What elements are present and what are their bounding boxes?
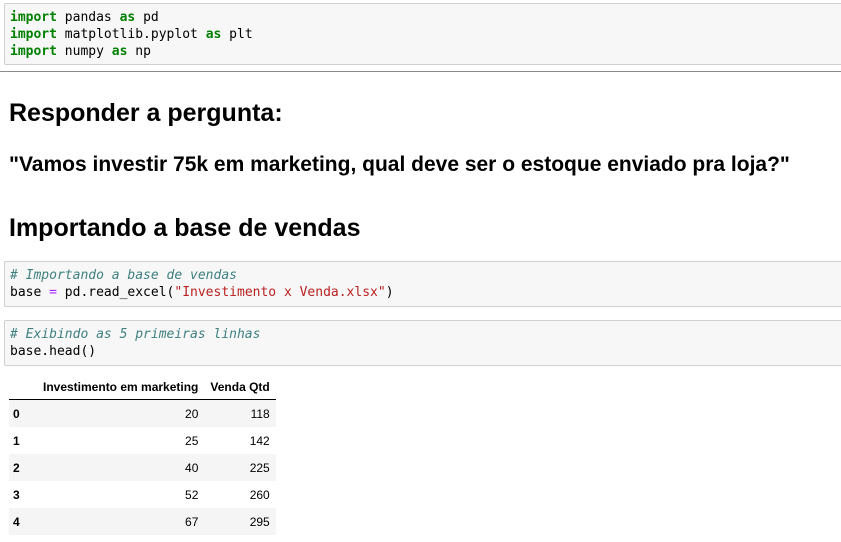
row-index: 1 <box>13 433 20 448</box>
table-row: 3 52 260 <box>9 481 276 508</box>
dataframe-output: Investimento em marketing Venda Qtd 0 20… <box>9 374 276 535</box>
code-line-import-numpy: import numpy as np <box>10 44 151 59</box>
code-line-import-pandas: import pandas as pd <box>10 10 159 25</box>
table-row: 1 25 142 <box>9 427 276 454</box>
cell-venda: 225 <box>249 460 270 475</box>
heading-importando: Importando a base de vendas <box>9 214 361 242</box>
row-index: 4 <box>13 514 20 529</box>
table-header-row: Investimento em marketing Venda Qtd <box>9 374 276 400</box>
row-index: 3 <box>13 487 20 502</box>
heading-responder: Responder a pergunta: <box>9 99 283 127</box>
row-index: 0 <box>13 406 20 421</box>
cell-venda: 260 <box>249 487 270 502</box>
code-line-read-excel: base = pd.read_excel("Investimento x Ven… <box>10 285 394 300</box>
column-header: Investimento em marketing <box>29 374 205 400</box>
heading-question: "Vamos investir 75k em marketing, qual d… <box>9 153 790 176</box>
index-header <box>9 374 29 400</box>
code-comment: # Exibindo as 5 primeiras linhas <box>10 327 261 342</box>
table-row: 2 40 225 <box>9 454 276 481</box>
table-row: 0 20 118 <box>9 399 276 427</box>
row-index: 2 <box>13 460 20 475</box>
code-comment: # Importando a base de vendas <box>10 268 237 283</box>
cell-investimento: 25 <box>185 433 199 448</box>
table-row: 4 67 295 <box>9 508 276 535</box>
code-cell-read-excel[interactable]: # Importando a base de vendas base = pd.r… <box>4 261 841 307</box>
cell-venda: 295 <box>249 514 270 529</box>
cell-venda: 118 <box>250 406 270 421</box>
code-cell-imports[interactable]: import pandas as pd import matplotlib.pyp… <box>4 3 841 65</box>
cell-venda: 142 <box>249 433 270 448</box>
code-cell-head[interactable]: # Exibindo as 5 primeiras linhas base.hea… <box>4 320 841 366</box>
code-line-import-matplotlib: import matplotlib.pyplot as plt <box>10 27 253 42</box>
cell-investimento: 52 <box>185 487 199 502</box>
cell-investimento: 67 <box>185 514 199 529</box>
cell-investimento: 40 <box>185 460 199 475</box>
code-line-head: base.head() <box>10 344 97 359</box>
cell-investimento: 20 <box>185 406 199 421</box>
cell-separator <box>0 71 841 72</box>
column-header: Venda Qtd <box>204 374 276 400</box>
